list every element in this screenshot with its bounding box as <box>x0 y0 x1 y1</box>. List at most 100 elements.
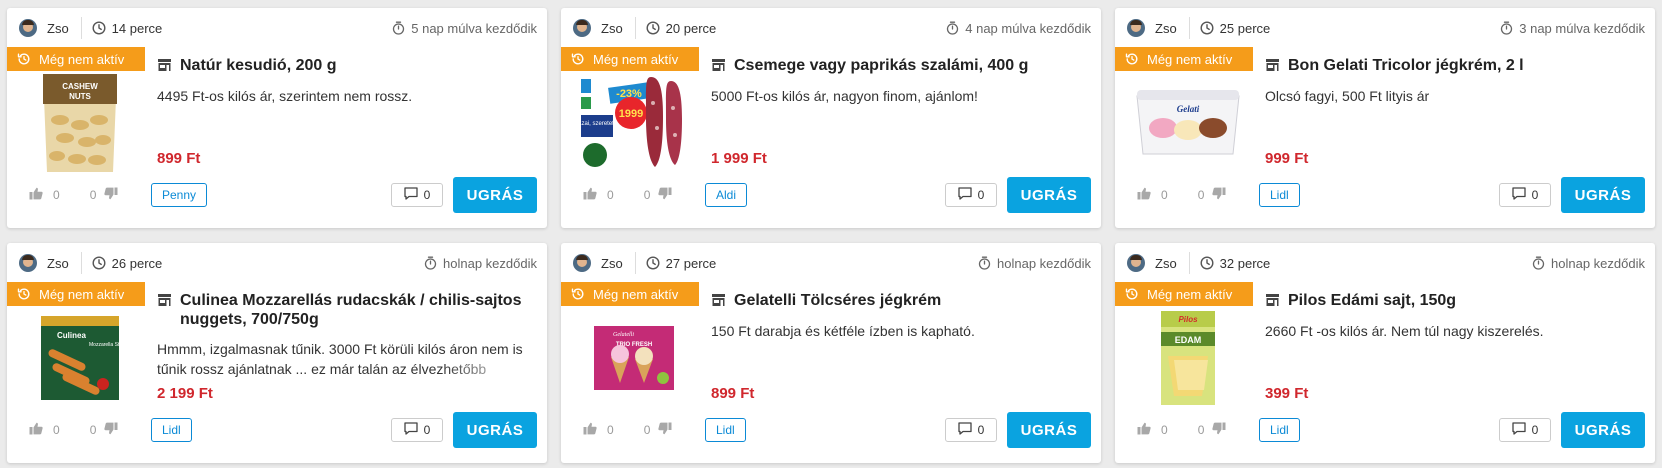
store-tag[interactable]: Lidl <box>1259 183 1300 207</box>
user-avatar[interactable] <box>1127 19 1145 37</box>
timer-icon <box>1532 256 1545 270</box>
deal-title[interactable]: Culinea Mozzarellás rudacskák / chilis-s… <box>180 291 531 329</box>
comments-button[interactable]: 0 <box>391 418 443 442</box>
store-tag[interactable]: Lidl <box>1259 418 1300 442</box>
go-to-deal-button[interactable]: UGRÁS <box>453 177 537 213</box>
comments-button[interactable]: 0 <box>1499 418 1551 442</box>
user-avatar[interactable] <box>573 254 591 272</box>
timer-icon <box>946 21 959 35</box>
deal-description: 2660 Ft -os kilós ár. Nem túl nagy kisze… <box>1265 323 1544 339</box>
downvote-count: 0 <box>89 423 97 437</box>
thumbs-down-icon[interactable] <box>658 187 672 203</box>
thumbs-up-icon[interactable] <box>583 422 597 438</box>
thumbs-down-icon[interactable] <box>104 422 118 438</box>
timer-icon <box>978 256 991 270</box>
cashew-bag-image: CASHEWNUTS <box>43 74 117 172</box>
store-tag[interactable]: Aldi <box>705 183 748 207</box>
user-avatar[interactable] <box>19 19 37 37</box>
thumbs-up-icon[interactable] <box>583 187 597 203</box>
upvote-count: 0 <box>607 423 614 437</box>
history-icon <box>17 287 31 301</box>
user-avatar[interactable] <box>19 254 37 272</box>
user-avatar[interactable] <box>1127 254 1145 272</box>
deal-card-footer: 0 0 Lidl 0 UGRÁS <box>1115 411 1655 449</box>
product-image[interactable]: Hazai, szeretettel-23%1999 <box>579 68 689 178</box>
username[interactable]: Zso <box>47 21 69 36</box>
ice-cream-cones-image: GelatelliTRIO FRESH <box>594 326 674 390</box>
comment-icon <box>1512 422 1526 438</box>
deal-card-6[interactable]: Zso 32 perce holnap kezdődik Pilos EDAM M… <box>1115 243 1655 463</box>
go-to-deal-button[interactable]: UGRÁS <box>1007 177 1091 213</box>
product-image[interactable]: Pilos EDAM <box>1133 303 1243 413</box>
username[interactable]: Zso <box>1155 256 1177 271</box>
thumbs-down-icon[interactable] <box>1212 187 1226 203</box>
product-image[interactable]: Gelatelli TRIO FRESH <box>579 303 689 413</box>
history-icon <box>17 52 31 66</box>
thumbs-up-icon[interactable] <box>29 422 43 438</box>
deal-title[interactable]: Pilos Edámi sajt, 150g <box>1288 291 1456 310</box>
deal-price: 999 Ft <box>1265 150 1309 167</box>
posted-age: 14 perce <box>111 20 163 36</box>
status-badge: Még nem aktív <box>561 47 699 71</box>
vote-box: 0 0 <box>1137 422 1237 438</box>
thumbs-up-icon[interactable] <box>29 187 43 203</box>
status-badge: Még nem aktív <box>561 282 699 306</box>
username[interactable]: Zso <box>47 256 69 271</box>
deal-card-footer: 0 0 Aldi 0 UGRÁS <box>561 176 1101 214</box>
product-image[interactable]: Gelati <box>1133 68 1243 178</box>
status-badge-label: Még nem aktív <box>593 286 679 302</box>
thumbs-down-icon[interactable] <box>1212 422 1226 438</box>
timer-icon <box>424 256 437 270</box>
thumbs-down-icon[interactable] <box>658 422 672 438</box>
status-badge-label: Még nem aktív <box>39 286 125 302</box>
divider <box>634 17 636 39</box>
deal-description: Olcsó fagyi, 500 Ft lityis ár <box>1265 88 1430 104</box>
edam-cheese-image: Pilos EDAM <box>1161 311 1215 405</box>
deal-card-1[interactable]: Zso 14 perce 5 nap múlva kezdődik CASHEW… <box>7 8 547 228</box>
comment-icon <box>404 422 418 438</box>
deal-card-footer: 0 0 Lidl 0 UGRÁS <box>561 411 1101 449</box>
deal-card-2[interactable]: Zso 20 perce 4 nap múlva kezdődik Hazai,… <box>561 8 1101 228</box>
store-tag[interactable]: Penny <box>151 183 208 207</box>
deal-card-5[interactable]: Zso 27 perce holnap kezdődik Gelatelli TR… <box>561 243 1101 463</box>
comment-count: 0 <box>1531 423 1539 437</box>
go-to-deal-button[interactable]: UGRÁS <box>1561 177 1645 213</box>
image-label: Gelatelli <box>613 332 634 338</box>
username[interactable]: Zso <box>601 256 623 271</box>
username[interactable]: Zso <box>1155 21 1177 36</box>
divider <box>80 252 82 274</box>
deal-title[interactable]: Gelatelli Tölcséres jégkrém <box>734 291 941 310</box>
status-badge-label: Még nem aktív <box>593 51 679 67</box>
downvote-count: 0 <box>1197 188 1205 202</box>
product-image[interactable]: CASHEW NUTS <box>25 68 135 178</box>
deal-card-header: Zso 14 perce 5 nap múlva kezdődik <box>7 8 547 48</box>
start-time: 5 nap múlva kezdődik <box>411 20 537 36</box>
thumbs-up-icon[interactable] <box>1137 187 1151 203</box>
deal-card-4[interactable]: Zso 26 perce holnap kezdődik Culinea Mozz… <box>7 243 547 463</box>
username[interactable]: Zso <box>601 21 623 36</box>
user-avatar[interactable] <box>573 19 591 37</box>
store-tag[interactable]: Lidl <box>151 418 192 442</box>
thumbs-down-icon[interactable] <box>104 187 118 203</box>
go-to-deal-button[interactable]: UGRÁS <box>1007 412 1091 448</box>
deal-title[interactable]: Natúr kesudió, 200 g <box>180 56 337 75</box>
comments-button[interactable]: 0 <box>1499 183 1551 207</box>
upvote-count: 0 <box>607 188 614 202</box>
go-to-deal-button[interactable]: UGRÁS <box>1561 412 1645 448</box>
product-image[interactable]: CulineaMozzarella Sticks <box>25 303 135 413</box>
deal-price: 399 Ft <box>1265 385 1309 402</box>
comment-icon <box>404 187 418 203</box>
deal-title[interactable]: Bon Gelati Tricolor jégkrém, 2 l <box>1288 56 1524 75</box>
comments-button[interactable]: 0 <box>945 183 997 207</box>
deal-title[interactable]: Csemege vagy paprikás szalámi, 400 g <box>734 56 1028 75</box>
status-badge-label: Még nem aktív <box>1147 51 1233 67</box>
store-tag[interactable]: Lidl <box>705 418 746 442</box>
deal-card-footer: 0 0 Penny 0 UGRÁS <box>7 176 547 214</box>
deal-card-3[interactable]: Zso 25 perce 3 nap múlva kezdődik Gelati… <box>1115 8 1655 228</box>
deal-card-header: Zso 20 perce 4 nap múlva kezdődik <box>561 8 1101 48</box>
thumbs-up-icon[interactable] <box>1137 422 1151 438</box>
comments-button[interactable]: 0 <box>945 418 997 442</box>
image-label: Pilos <box>1178 315 1198 324</box>
comments-button[interactable]: 0 <box>391 183 443 207</box>
go-to-deal-button[interactable]: UGRÁS <box>453 412 537 448</box>
